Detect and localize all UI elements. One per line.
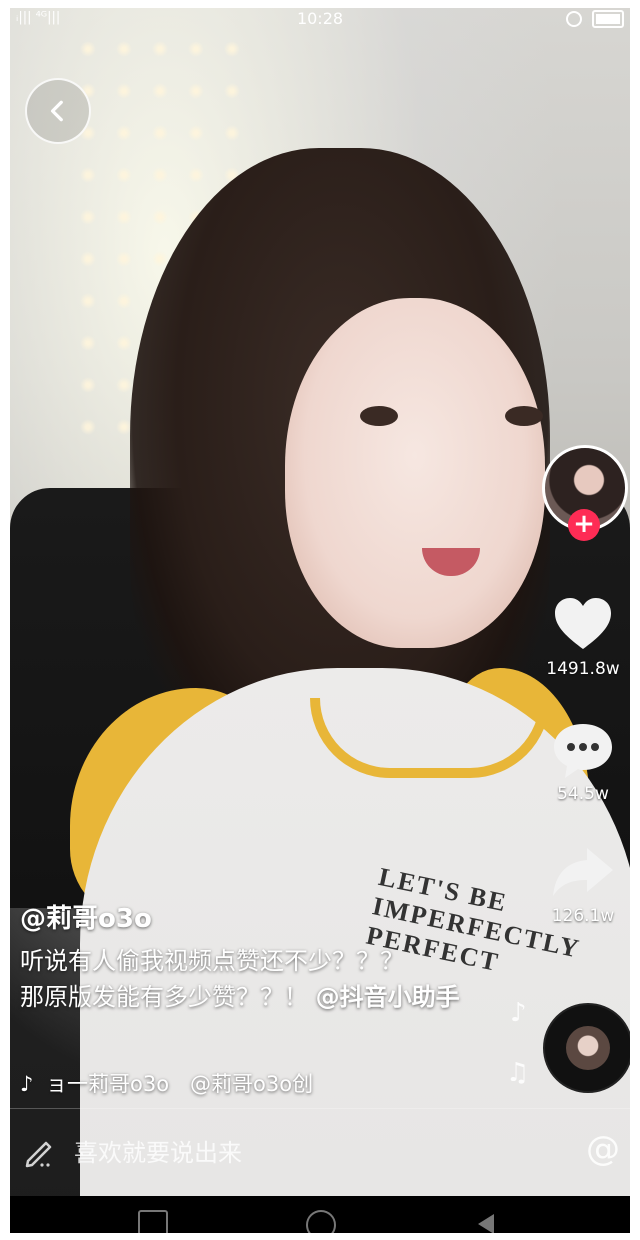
share-arrow-icon xyxy=(553,848,613,896)
eye-right xyxy=(505,406,543,426)
author-username[interactable]: @莉哥o3o xyxy=(20,898,490,935)
music-text: ョ一莉哥o3o @莉哥o3o创 xyxy=(46,1072,314,1096)
like-count: 1491.8w xyxy=(546,659,620,679)
caption-line-2-text: 那原版发能有多少赞？？！ xyxy=(20,983,308,1011)
status-time: 10:28 xyxy=(296,9,344,28)
person-face xyxy=(285,298,545,648)
music-info[interactable]: ♪ ョ一莉哥o3o @莉哥o3o创 xyxy=(20,1068,490,1098)
status-bar: ᵢ||| ⁴ᴳ||| 10:28 xyxy=(10,8,630,30)
alarm-icon xyxy=(565,11,582,27)
chevron-left-icon xyxy=(50,100,63,122)
system-nav-bar xyxy=(10,1196,630,1233)
mention-link[interactable]: @抖音小助手 xyxy=(316,983,460,1011)
recent-apps-icon[interactable] xyxy=(138,1210,168,1233)
comment-input[interactable]: 喜欢就要说出来 xyxy=(74,1133,242,1168)
pen-icon xyxy=(25,1141,52,1168)
back-triangle-icon[interactable] xyxy=(478,1210,504,1233)
author-avatar-group[interactable]: + xyxy=(542,445,628,541)
eye-left xyxy=(360,406,398,426)
comment-button[interactable]: 54.5w xyxy=(538,718,628,804)
tiktok-note-icon: ♪ xyxy=(20,1072,34,1096)
back-button[interactable] xyxy=(25,78,91,144)
video-caption: @莉哥o3o 听说有人偷我视频点赞还不少？？？ 那原版发能有多少赞？？！ @抖音… xyxy=(20,898,490,1015)
music-note-icon: ♪ xyxy=(510,998,527,1028)
video-frame: LET'S BE IMPERFECTLY PERFECT xyxy=(10,8,630,1233)
comment-bubble-icon xyxy=(554,724,612,778)
status-icons xyxy=(565,10,624,28)
caption-line-1: 听说有人偷我视频点赞还不少？？？ xyxy=(20,947,404,975)
music-cover xyxy=(566,1026,610,1070)
share-count: 126.1w xyxy=(551,906,615,926)
caption-line-2: 那原版发能有多少赞？？！ @抖音小助手 xyxy=(20,979,490,1015)
music-note-icon: ♫ xyxy=(506,1058,530,1088)
comment-bar[interactable]: 喜欢就要说出来 @ xyxy=(10,1108,630,1189)
like-button[interactable]: 1491.8w xyxy=(538,593,628,679)
at-mention-button[interactable]: @ xyxy=(586,1129,620,1169)
video-screen[interactable]: LET'S BE IMPERFECTLY PERFECT ᵢ||| ⁴ᴳ||| … xyxy=(10,8,630,1233)
music-disc[interactable] xyxy=(543,1003,630,1093)
heart-icon xyxy=(555,598,611,649)
comment-count: 54.5w xyxy=(557,784,609,804)
share-button[interactable]: 126.1w xyxy=(538,840,628,926)
caption-text: 听说有人偷我视频点赞还不少？？？ 那原版发能有多少赞？？！ @抖音小助手 xyxy=(20,943,490,1015)
home-icon[interactable] xyxy=(306,1210,336,1233)
battery-icon xyxy=(592,10,624,28)
follow-button[interactable]: + xyxy=(568,509,600,541)
